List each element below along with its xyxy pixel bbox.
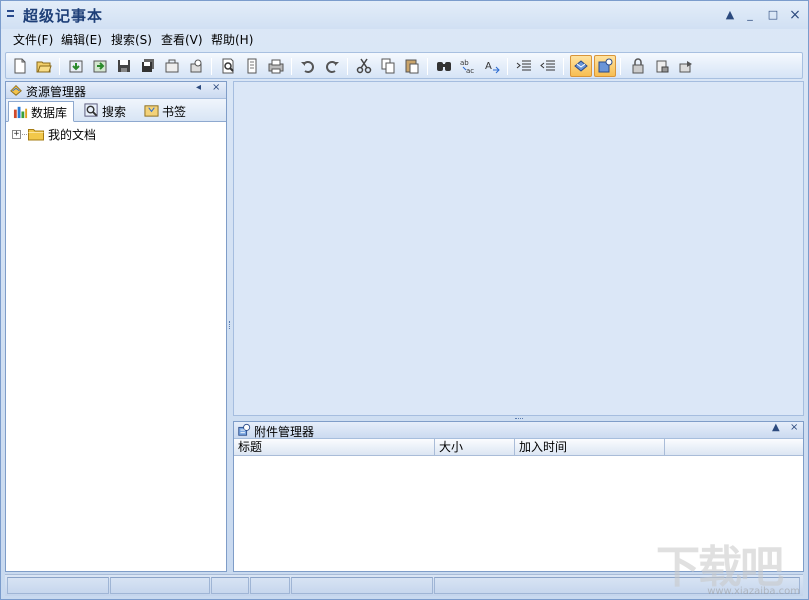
indent-icon[interactable] — [514, 56, 534, 76]
editor-area[interactable] — [233, 81, 804, 416]
document-tree: + 我的文档 — [6, 122, 226, 143]
replace-icon[interactable]: ab ac — [458, 56, 478, 76]
bookmark-icon — [144, 105, 159, 117]
copy-icon[interactable] — [378, 56, 398, 76]
save-icon[interactable] — [114, 56, 134, 76]
search-icon — [84, 103, 98, 117]
tab-search-label: 搜索 — [102, 105, 127, 119]
page-setup-icon[interactable] — [242, 56, 262, 76]
attachment-header: 附件管理器 ▲ × — [234, 422, 803, 439]
find-icon[interactable] — [434, 56, 454, 76]
import-icon[interactable] — [66, 56, 86, 76]
tree-node-label: 我的文档 — [48, 127, 97, 142]
tab-bookmark[interactable]: 书签 — [140, 101, 196, 122]
watermark-logo: 下载吧 www.xiazaiba.com — [654, 531, 804, 597]
print-preview-icon[interactable] — [218, 56, 238, 76]
explorer-header: 资源管理器 ◂ × — [6, 82, 226, 99]
database-view-icon[interactable] — [570, 55, 592, 77]
close-button[interactable]: × — [786, 7, 804, 23]
maximize-button[interactable]: □ — [764, 7, 782, 23]
tree-expander[interactable]: + — [12, 129, 21, 139]
app-window: 超级记事本 ▲ _ □ × 文件(F) 编辑(E) 搜索(S) 查看(V) 帮助… — [0, 0, 809, 600]
save-all-icon[interactable] — [138, 56, 158, 76]
svg-text:ab: ab — [460, 59, 469, 67]
tab-database-label: 数据库 — [31, 106, 68, 120]
paste-icon[interactable] — [402, 56, 422, 76]
tree-node-my-documents[interactable]: + 我的文档 — [12, 125, 226, 143]
menu-view[interactable]: 查看(V) — [159, 31, 205, 48]
tab-database[interactable]: 数据库 — [8, 101, 74, 122]
status-cell — [250, 577, 290, 594]
explorer-pane: 资源管理器 ◂ × 数据库 搜索 书签 + 我的文档 — [5, 81, 227, 572]
column-title[interactable]: 标题 — [234, 439, 435, 456]
tab-bookmark-label: 书签 — [162, 105, 187, 119]
open-icon[interactable] — [162, 56, 182, 76]
export-icon[interactable] — [90, 56, 110, 76]
cut-icon[interactable] — [354, 56, 374, 76]
minimize-button[interactable]: _ — [741, 7, 759, 23]
pin-button[interactable]: ▲ — [721, 7, 739, 23]
outdent-icon[interactable] — [538, 56, 558, 76]
encrypt-icon[interactable] — [652, 56, 672, 76]
status-cell — [291, 577, 433, 594]
database-icon — [13, 106, 28, 119]
explorer-close-button[interactable]: × — [212, 82, 220, 93]
svg-text:A: A — [485, 61, 492, 72]
menu-file[interactable]: 文件(F) — [11, 31, 55, 48]
attachment-pin-button[interactable]: ▲ — [772, 422, 780, 433]
menu-search[interactable]: 搜索(S) — [109, 31, 154, 48]
attachment-icon — [238, 423, 251, 436]
attachment-view-icon[interactable] — [594, 55, 616, 77]
attachment-title: 附件管理器 — [254, 425, 315, 439]
menu-help[interactable]: 帮助(H) — [209, 31, 255, 48]
column-extra[interactable] — [665, 439, 803, 456]
system-menu-icon[interactable] — [7, 7, 16, 21]
tab-search[interactable]: 搜索 — [80, 101, 136, 122]
status-cell — [110, 577, 210, 594]
title-bar: 超级记事本 ▲ _ □ × — [1, 1, 808, 29]
open-folder-icon[interactable] — [34, 56, 54, 76]
attachment-grid-header: 标题 大小 加入时间 — [234, 439, 803, 456]
explorer-tabs: 数据库 搜索 书签 — [6, 99, 226, 122]
explorer-title: 资源管理器 — [26, 85, 87, 99]
undo-icon[interactable] — [298, 56, 318, 76]
status-cell — [7, 577, 109, 594]
watermark-url: www.xiazaiba.com — [707, 586, 800, 597]
lock-icon[interactable] — [628, 56, 648, 76]
window-title: 超级记事本 — [23, 7, 104, 25]
column-size[interactable]: 大小 — [435, 439, 515, 456]
folder-icon — [28, 128, 44, 140]
redo-icon[interactable] — [322, 56, 342, 76]
status-cell — [211, 577, 249, 594]
explorer-icon — [10, 85, 22, 96]
recycle-icon[interactable] — [186, 56, 206, 76]
settings-icon[interactable] — [676, 56, 696, 76]
print-icon[interactable] — [266, 56, 286, 76]
svg-text:ac: ac — [466, 67, 474, 74]
toolbar: ab ac A — [5, 52, 803, 79]
new-file-icon[interactable] — [10, 56, 30, 76]
explorer-pin-button[interactable]: ◂ — [196, 82, 201, 93]
column-added-time[interactable]: 加入时间 — [515, 439, 665, 456]
menu-edit[interactable]: 编辑(E) — [59, 31, 104, 48]
find-next-icon[interactable]: A — [482, 56, 502, 76]
menu-bar: 文件(F) 编辑(E) 搜索(S) 查看(V) 帮助(H) — [3, 29, 806, 49]
attachment-close-button[interactable]: × — [790, 422, 798, 433]
